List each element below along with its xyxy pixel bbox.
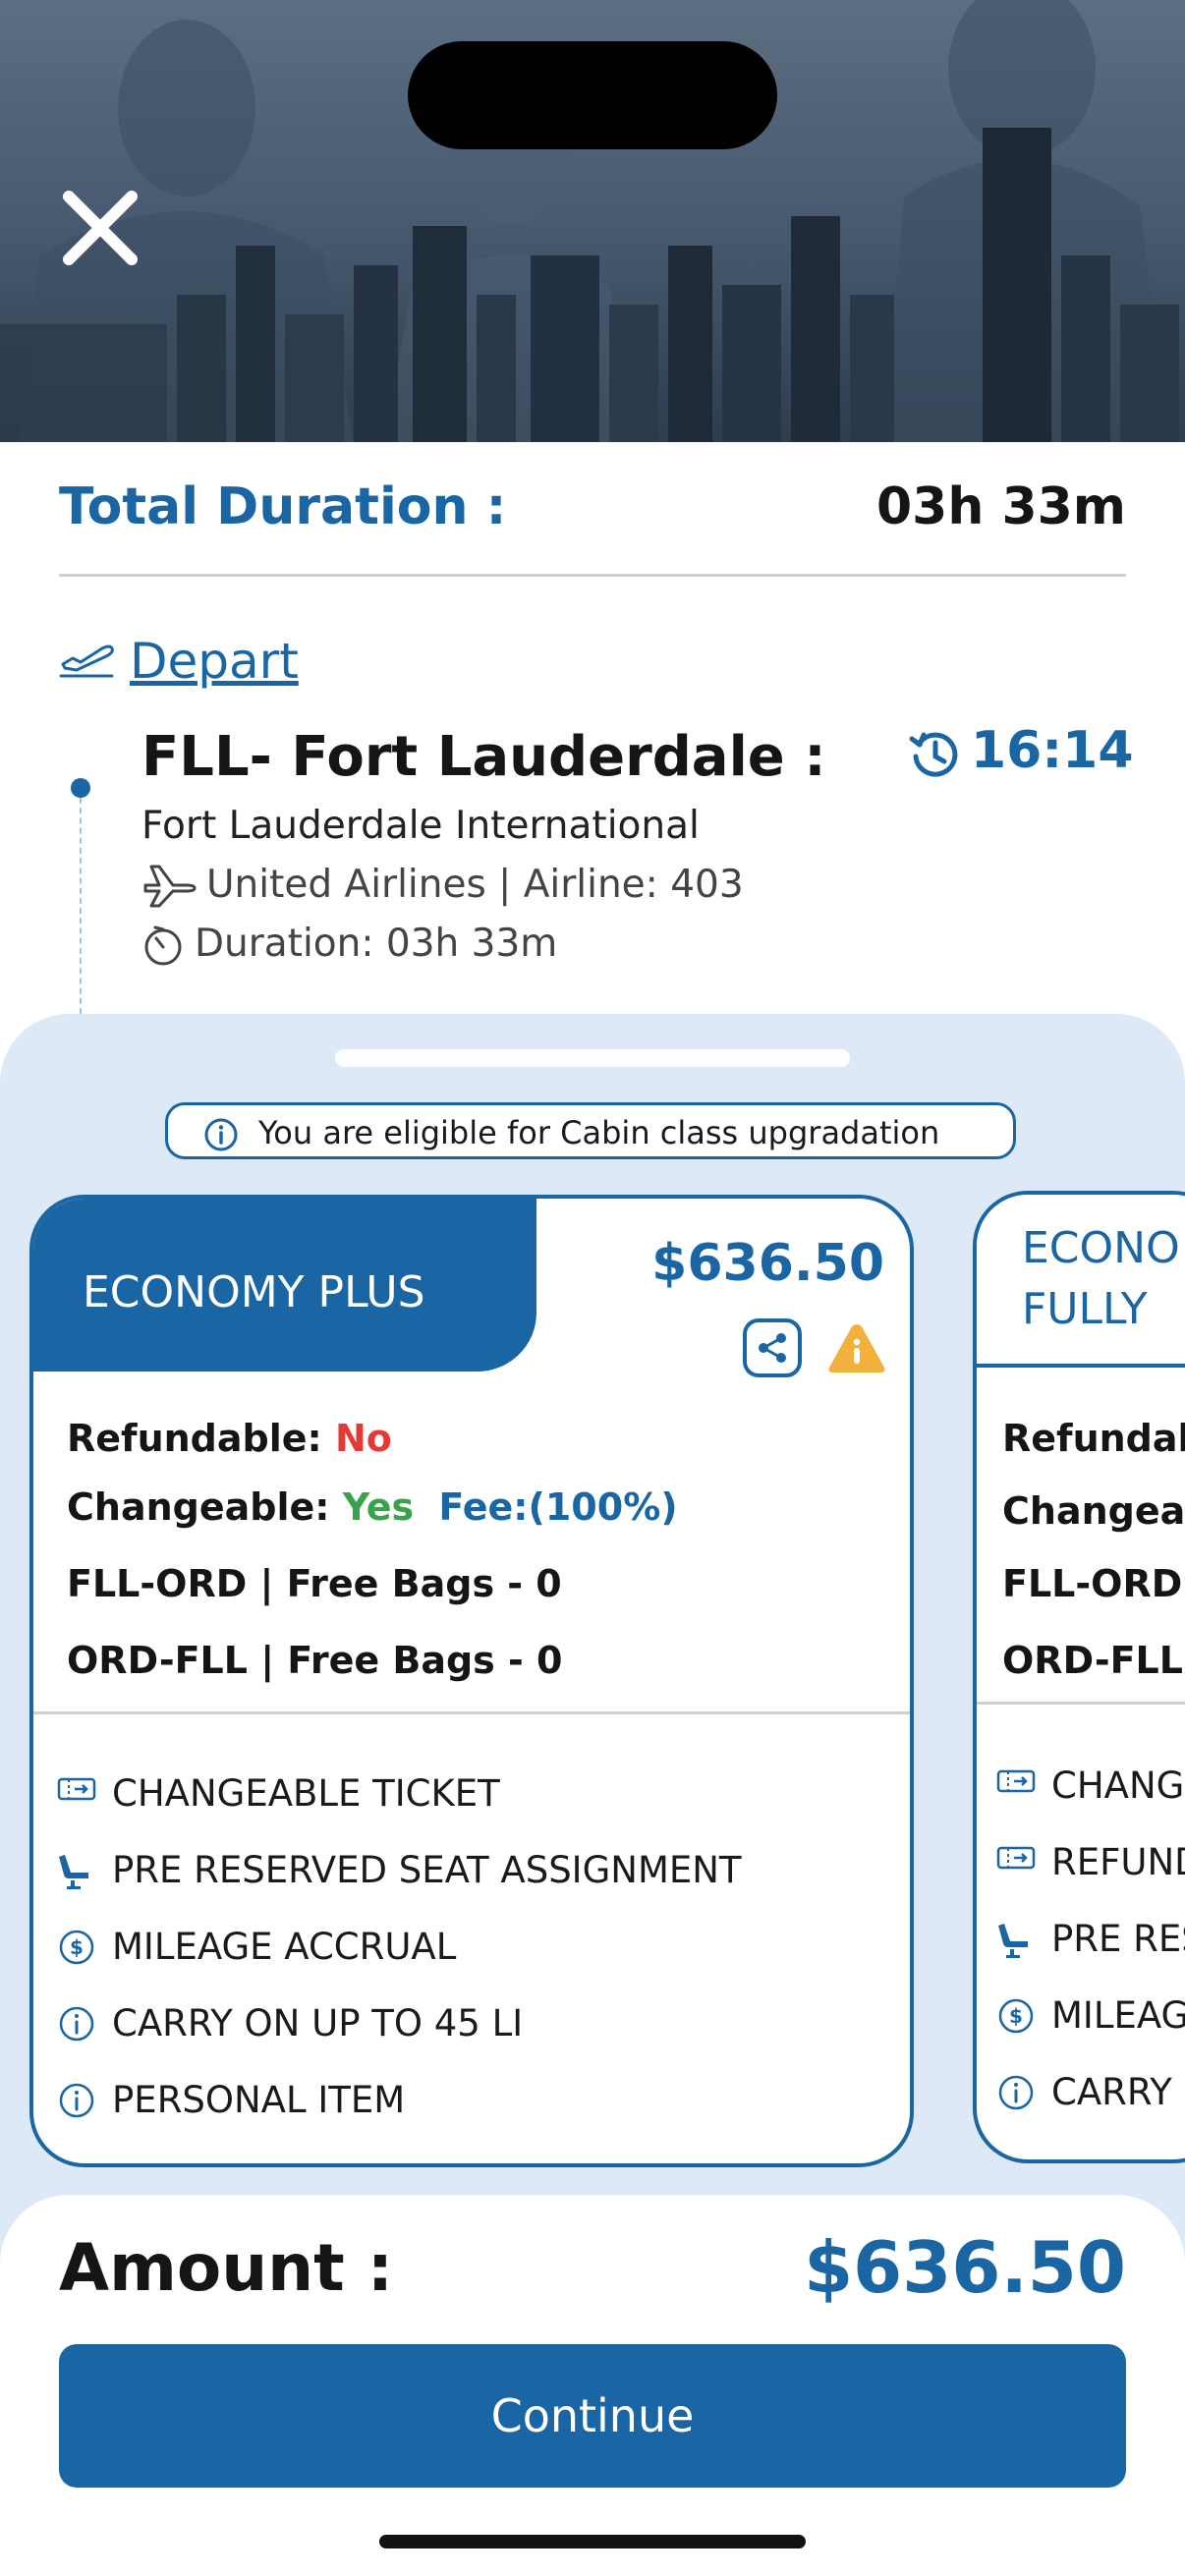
share-button[interactable] [743,1318,802,1377]
fare-card-economy-plus[interactable]: ECONOMY PLUS $636.50 Refundable: No Chan… [29,1195,914,2167]
timer-icon [144,925,182,966]
depart-link[interactable]: Depart [130,633,299,690]
info-icon [998,2075,1034,2110]
feature-label: REFUND [1051,1841,1185,1883]
card-divider [33,1711,910,1714]
refundable-label: Refundable: [67,1417,322,1460]
card-divider [977,1702,1185,1705]
ticket-icon [996,1846,1036,1870]
seat-icon [59,1855,88,1889]
total-duration-value: 03h 33m [875,477,1126,536]
dollar-icon: $ [998,1998,1034,2034]
changeable-line: Changea [1002,1489,1185,1533]
fare-name: ECONOMY PLUS [83,1267,425,1317]
amount-value: $636.50 [804,2226,1126,2309]
dollar-icon: $ [59,1930,94,1965]
feature-label: CARRY [1051,2071,1172,2113]
info-icon [204,1118,238,1151]
feature-label: PERSONAL ITEM [112,2079,406,2121]
ticket-icon [57,1777,96,1801]
seat-icon [998,1924,1028,1958]
fare-price: $636.50 [651,1234,884,1293]
feature-label: MILEAGE ACCRUAL [112,1926,457,1968]
close-icon [63,191,138,265]
refundable-value: No [334,1417,392,1460]
history-clock-icon [909,732,958,777]
segment-time-value: 16:14 [971,721,1134,780]
fare-card-economy-fully[interactable]: ECONO FULLY Refundab Changea FLL-ORD | O… [973,1191,1185,2163]
bags-line: ORD-FLL | Free Bags - 0 [67,1639,563,1682]
changeable-line: Changeable: Yes Fee:(100%) [67,1485,678,1529]
fare-name-line: ECONO [1022,1223,1180,1273]
fare-name-tab: ECONO FULLY [977,1195,1185,1368]
sheet-handle[interactable] [335,1049,850,1067]
changeable-value: Yes [342,1485,415,1529]
divider [59,574,1126,577]
bags-line: FLL-ORD | Free Bags - 0 [67,1562,562,1605]
upgrade-notice-text: You are eligible for Cabin class upgrada… [258,1114,940,1151]
home-indicator[interactable] [379,2535,806,2548]
feature-label: PRE RES [1051,1918,1185,1960]
fare-name-line: FULLY [1022,1284,1148,1334]
total-duration-label: Total Duration : [59,477,507,536]
timeline-line [80,798,82,1014]
svg-text:$: $ [70,1935,84,1959]
airplane-icon [143,865,197,908]
fare-selection-sheet: You are eligible for Cabin class upgrada… [0,1014,1185,2291]
svg-text:$: $ [1009,2004,1023,2028]
plane-takeoff-icon [59,644,114,678]
timeline-dot [71,778,90,798]
refundable-line: Refundab [1002,1417,1185,1460]
segment-airport: Fort Lauderdale International [141,804,700,848]
feature-label: CARRY ON UP TO 45 LI [112,2002,524,2044]
bags-line: ORD-FLL | [1002,1639,1185,1682]
dynamic-island [408,41,777,149]
segment-title: FLL- Fort Lauderdale : [141,725,826,789]
bags-line: FLL-ORD | [1002,1562,1185,1605]
close-button[interactable] [57,185,143,271]
ticket-icon [996,1769,1036,1793]
feature-label: MILEAG [1051,1994,1185,2037]
changeable-label: Changeable: [67,1485,330,1529]
feature-label: PRE RESERVED SEAT ASSIGNMENT [112,1849,742,1891]
total-duration-row: Total Duration : 03h 33m [59,470,1126,544]
warning-icon[interactable] [825,1320,888,1375]
hero-banner [0,0,1185,442]
checkout-footer: Amount : $636.50 Continue [0,2195,1185,2576]
upgrade-notice: You are eligible for Cabin class upgrada… [165,1102,1016,1159]
change-fee: Fee:(100%) [438,1485,678,1529]
share-icon [759,1333,786,1363]
feature-label: CHANGEABLE TICKET [112,1772,500,1815]
info-icon [59,2083,94,2118]
fare-name-tab: ECONOMY PLUS [33,1199,536,1372]
info-icon [59,2006,94,2042]
refundable-line: Refundable: No [67,1417,392,1460]
feature-label: CHANG [1051,1764,1185,1807]
segment-duration-text: Duration: 03h 33m [195,922,558,966]
fare-name: ECONO FULLY [1022,1218,1180,1340]
amount-label: Amount : [59,2230,394,2306]
segment-airline-text: United Airlines | Airline: 403 [206,863,744,907]
continue-button[interactable]: Continue [59,2344,1126,2488]
